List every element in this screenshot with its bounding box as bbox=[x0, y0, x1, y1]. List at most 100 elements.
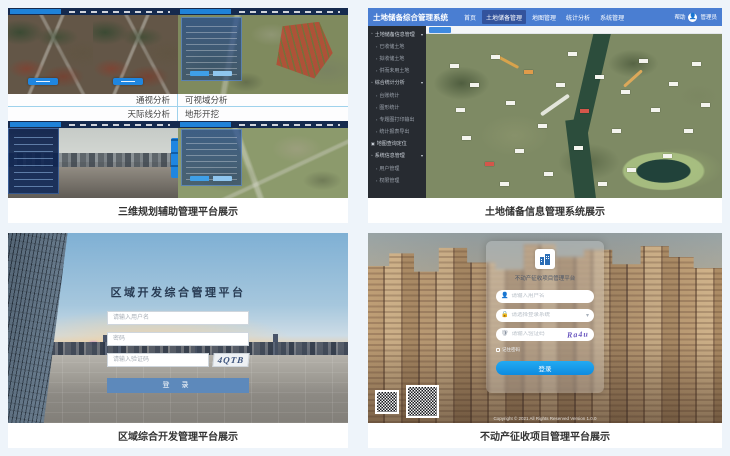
login-button[interactable]: 登 录 bbox=[107, 378, 249, 393]
parcel-label[interactable] bbox=[621, 90, 630, 94]
land-body: 土地储备信息管理已收储土地拟收储土地供而未用土地综合统计分析台账统计图形统计专题… bbox=[368, 26, 722, 198]
city-lights bbox=[90, 342, 97, 345]
card-caption: 土地储备信息管理系统展示 bbox=[368, 198, 722, 223]
nav-item[interactable]: 土地储备管理 bbox=[482, 10, 526, 24]
captcha-input[interactable] bbox=[107, 353, 209, 367]
remember-row: 记住密码 bbox=[496, 347, 594, 353]
analysis-button[interactable] bbox=[28, 78, 58, 85]
analysis-label-table: 通视分析 可视域分析 天际线分析 地形开挖 bbox=[8, 94, 348, 121]
nav-item[interactable]: 系统管理 bbox=[596, 10, 628, 24]
parcel-label[interactable] bbox=[485, 162, 494, 166]
login-button[interactable]: 登录 bbox=[496, 361, 594, 375]
parcel-label[interactable] bbox=[470, 83, 479, 87]
analysis-button[interactable] bbox=[113, 78, 143, 85]
parcel-label[interactable] bbox=[639, 59, 648, 63]
parcel-label[interactable] bbox=[595, 75, 604, 79]
nav-item[interactable]: 首页 bbox=[460, 10, 480, 24]
nav-item[interactable]: 地图管理 bbox=[528, 10, 560, 24]
mini-app-header bbox=[8, 121, 178, 128]
parcel-label[interactable] bbox=[612, 129, 621, 133]
lock-icon: 🔒 bbox=[501, 312, 508, 318]
card-caption: 不动产征收项目管理平台展示 bbox=[368, 423, 722, 448]
parcel-label[interactable] bbox=[524, 70, 533, 74]
road-overlay bbox=[623, 69, 643, 87]
sidebar-item[interactable]: 用户管理 bbox=[368, 162, 426, 174]
captcha-field: 🛡 Ra4u bbox=[496, 328, 594, 341]
parcel-label[interactable] bbox=[669, 82, 678, 86]
card-land: 土地储备综合管理系统 首页土地储备管理地图管理统计分析系统管理 帮助 👤 管理员… bbox=[368, 8, 722, 223]
parcel-label[interactable] bbox=[556, 83, 565, 87]
parcel-label[interactable] bbox=[544, 172, 553, 176]
parcel-label[interactable] bbox=[627, 168, 636, 172]
avatar[interactable]: 👤 bbox=[688, 13, 697, 22]
skyline-tower bbox=[273, 334, 278, 355]
top-nav: 首页土地储备管理地图管理统计分析系统管理 bbox=[460, 10, 628, 24]
help-link[interactable]: 帮助 bbox=[674, 13, 685, 21]
land-screenshot: 土地储备综合管理系统 首页土地储备管理地图管理统计分析系统管理 帮助 👤 管理员… bbox=[368, 8, 722, 198]
layer-tool-badge[interactable] bbox=[429, 27, 451, 33]
planning-view-skyline bbox=[8, 121, 178, 198]
planning-screenshot: 通视分析 可视域分析 天际线分析 地形开挖 bbox=[8, 8, 348, 198]
sidebar-item[interactable]: 拟收储土地 bbox=[368, 52, 426, 64]
sidebar-item[interactable]: 权限管理 bbox=[368, 174, 426, 186]
parcel-label[interactable] bbox=[651, 108, 660, 112]
parcel-label[interactable] bbox=[500, 182, 509, 186]
tool-panel[interactable] bbox=[181, 129, 242, 186]
sidebar-item[interactable]: 土地储备信息管理 bbox=[368, 28, 426, 40]
parcel-label[interactable] bbox=[701, 103, 710, 107]
user-icon: 👤 bbox=[501, 293, 508, 299]
parcel-label[interactable] bbox=[450, 64, 459, 68]
planning-view-compare bbox=[8, 8, 178, 94]
parcel-label[interactable] bbox=[491, 55, 500, 59]
captcha-image[interactable]: Ra4u bbox=[567, 329, 589, 339]
nav-item[interactable]: 统计分析 bbox=[562, 10, 594, 24]
tool-panel[interactable] bbox=[8, 128, 59, 194]
parcel-label[interactable] bbox=[692, 62, 701, 66]
password-input[interactable] bbox=[107, 332, 249, 346]
mini-app-header bbox=[8, 8, 178, 15]
sidebar-menu: 土地储备信息管理已收储土地拟收储土地供而未用土地综合统计分析台账统计图形统计专题… bbox=[368, 26, 426, 198]
sidebar-item[interactable]: 综合统计分析 bbox=[368, 77, 426, 89]
parcel-label[interactable] bbox=[462, 136, 471, 140]
sidebar-item[interactable]: 统计报表导出 bbox=[368, 126, 426, 138]
parcel-label[interactable] bbox=[574, 146, 583, 150]
sidebar-item[interactable]: 已收储土地 bbox=[368, 40, 426, 52]
analysis-label: 天际线分析 bbox=[8, 107, 178, 121]
header-right: 帮助 👤 管理员 bbox=[674, 13, 717, 22]
sidebar-item[interactable]: 台账统计 bbox=[368, 89, 426, 101]
system-select-input[interactable] bbox=[511, 312, 583, 318]
copyright-text: Copyright © 2021 All Rights Reserved Ver… bbox=[368, 416, 722, 421]
chevron-down-icon[interactable]: ▾ bbox=[586, 312, 589, 319]
parcel-label[interactable] bbox=[598, 182, 607, 186]
captcha-input[interactable] bbox=[512, 331, 565, 337]
logo-building-icon bbox=[535, 249, 555, 269]
username-input[interactable] bbox=[107, 311, 249, 325]
parcel-label[interactable] bbox=[684, 129, 693, 133]
parcel-label[interactable] bbox=[515, 149, 524, 153]
parcel-label[interactable] bbox=[538, 124, 547, 128]
qr-code bbox=[375, 390, 399, 414]
sidebar-item[interactable]: 图形统计 bbox=[368, 101, 426, 113]
username-input[interactable] bbox=[511, 293, 589, 299]
login-form: 区域开发综合管理平台 4QTB 登 录 bbox=[107, 284, 249, 393]
remember-checkbox[interactable] bbox=[496, 348, 500, 352]
parcel-label[interactable] bbox=[506, 101, 515, 105]
platform-title: 不动产征收项目管理平台 bbox=[496, 274, 594, 282]
analysis-label: 可视域分析 bbox=[178, 94, 348, 107]
parcel-label[interactable] bbox=[663, 154, 672, 158]
analysis-label: 通视分析 bbox=[8, 94, 178, 107]
side-toolbar[interactable] bbox=[171, 138, 178, 178]
sidebar-item[interactable]: 供而未用土地 bbox=[368, 65, 426, 77]
planning-view-terrain bbox=[178, 121, 348, 198]
sidebar-item[interactable]: 地图查询定位 bbox=[368, 138, 426, 150]
satellite-map[interactable] bbox=[426, 34, 722, 198]
parcel-label[interactable] bbox=[568, 52, 577, 56]
parcel-label[interactable] bbox=[456, 108, 465, 112]
river bbox=[565, 118, 597, 198]
captcha-image[interactable]: 4QTB bbox=[212, 353, 249, 367]
parcel-label[interactable] bbox=[580, 109, 589, 113]
tool-panel[interactable] bbox=[181, 17, 242, 81]
sidebar-item[interactable]: 系统信息管理 bbox=[368, 150, 426, 162]
sidebar-item[interactable]: 专题图打印输出 bbox=[368, 113, 426, 125]
property-screenshot: 不动产征收项目管理平台 👤 🔒 ▾ 🛡 Ra4u 记住密码 bbox=[368, 233, 722, 423]
